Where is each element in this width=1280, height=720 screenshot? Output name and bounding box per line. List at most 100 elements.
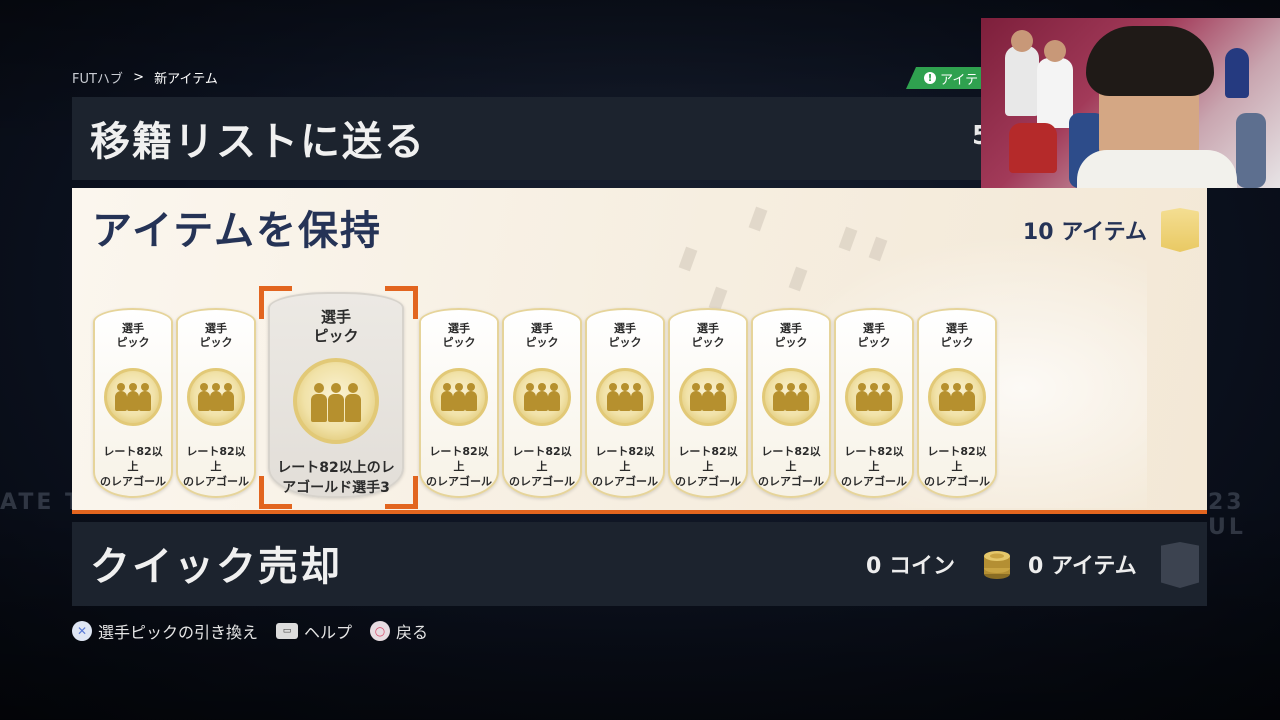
- person-group-icon: [187, 368, 245, 426]
- person-group-icon: [762, 368, 820, 426]
- swap-label: 選手ピックの引き換え: [98, 623, 259, 642]
- card-description: レート82以上 のレアゴール: [675, 445, 741, 488]
- quick-sell-title: クイック売却: [90, 544, 342, 590]
- card-label: 選手 ピック: [774, 322, 808, 349]
- person-figure: [880, 383, 893, 411]
- person-figure: [139, 383, 152, 411]
- poster-player-head: [1011, 30, 1033, 52]
- towel: [1077, 150, 1237, 188]
- selection-corner: [259, 476, 292, 509]
- card-label: 選手 ピック: [442, 322, 476, 349]
- card-description: レート82以上 のレアゴール: [924, 445, 990, 488]
- person-figure: [114, 383, 127, 411]
- person-figure: [222, 383, 235, 411]
- quick-sell-items: 0 アイテム: [1028, 554, 1137, 579]
- breadcrumb-current: 新アイテム: [154, 72, 218, 87]
- transfer-list-title: 移籍リストに送る: [90, 119, 426, 165]
- person-figure: [197, 383, 210, 411]
- cross-button-icon: ✕: [72, 621, 92, 641]
- background-ghost-text-right: 23 UL: [1208, 490, 1246, 540]
- card-description: レート82以上 のレアゴール: [509, 445, 575, 488]
- player-pick-card[interactable]: 選手 ピックレート82以上 のレアゴール: [176, 308, 256, 498]
- breadcrumb-separator: >: [133, 70, 144, 85]
- person-group-icon: [293, 358, 379, 444]
- card-description: レート82以上 のレアゴール: [426, 445, 492, 488]
- poster-player: [1005, 46, 1039, 116]
- person-figure: [689, 383, 702, 411]
- person-figure: [210, 383, 222, 411]
- person-figure: [797, 383, 810, 411]
- person-group-icon: [679, 368, 737, 426]
- player-pick-card[interactable]: 選手 ピックレート82以上 のレアゴール: [917, 308, 997, 498]
- background-ghost-text-left: ATE T: [0, 490, 84, 515]
- player-pick-card-selected[interactable]: 選手 ピック レート82以上のレ アゴールド選手3: [268, 292, 404, 498]
- poster-player-head: [1044, 40, 1066, 62]
- person-figure: [536, 383, 548, 411]
- person-figure: [951, 383, 963, 411]
- person-figure: [310, 383, 327, 422]
- breadcrumb-root[interactable]: FUTハブ: [72, 68, 123, 87]
- help-hint[interactable]: ▭ ヘルプ: [276, 619, 352, 643]
- webcam-overlay: [981, 18, 1280, 188]
- poster-player: [1225, 48, 1249, 98]
- card-description: レート82以上 のレアゴール: [841, 445, 907, 488]
- card-description: レート82以上 のレアゴール: [100, 445, 166, 488]
- person-figure: [785, 383, 797, 411]
- person-group-icon: [596, 368, 654, 426]
- breadcrumb: FUTハブ > 新アイテム: [72, 68, 218, 87]
- streamer-hair: [1086, 26, 1214, 96]
- person-figure: [548, 383, 561, 411]
- person-group-icon: [845, 368, 903, 426]
- swap-hint[interactable]: ✕ 選手ピックの引き換え: [72, 619, 258, 643]
- poster-player: [1037, 58, 1073, 128]
- player-pick-card[interactable]: 選手 ピック レート82以上 のレアゴール: [834, 308, 914, 498]
- person-figure: [938, 383, 951, 411]
- person-figure: [127, 383, 139, 411]
- person-figure: [465, 383, 478, 411]
- card-label: 選手 ピック: [691, 322, 725, 349]
- player-pick-card[interactable]: 選手 ピックレート82以上 のレアゴール: [419, 308, 499, 498]
- card-description: レート82以上 のレアゴール: [592, 445, 658, 488]
- card-description: レート82以上 のレアゴール: [183, 445, 249, 488]
- card-label: 選手 ピック: [940, 322, 974, 349]
- selection-corner: [385, 476, 418, 509]
- circle-button-icon: ○: [370, 621, 391, 641]
- touchpad-icon: ▭: [276, 623, 299, 639]
- player-pick-card[interactable]: 選手 ピックレート82以上 のレアゴール: [751, 308, 831, 498]
- help-label: ヘルプ: [304, 623, 353, 642]
- person-group-icon: [104, 368, 162, 426]
- back-hint[interactable]: ○ 戻る: [370, 619, 428, 643]
- quick-sell-coins: 0 コイン: [866, 554, 955, 579]
- person-figure: [868, 383, 880, 411]
- person-figure: [453, 383, 465, 411]
- person-figure: [619, 383, 631, 411]
- person-group-icon: [430, 368, 488, 426]
- gray-badge-icon: [1161, 542, 1199, 588]
- player-pick-card[interactable]: 選手 ピックレート82以上 のレアゴール: [502, 308, 582, 498]
- back-label: 戻る: [396, 623, 429, 642]
- card-description: レート82以上 のレアゴール: [758, 445, 824, 488]
- person-figure: [345, 383, 362, 422]
- person-group-icon: [928, 368, 986, 426]
- person-figure: [855, 383, 868, 411]
- person-figure: [631, 383, 644, 411]
- player-pick-card[interactable]: 選手 ピックレート82以上 のレアゴール: [668, 308, 748, 498]
- player-pick-card[interactable]: 選手 ピックレート82以上 のレアゴール: [585, 308, 665, 498]
- person-figure: [440, 383, 453, 411]
- card-row: 選手 ピック レート82以上 のレアゴール 選手 ピック レート82以上 のレアゴール…: [72, 188, 1207, 510]
- person-figure: [963, 383, 976, 411]
- notice-text: アイテ: [940, 72, 979, 88]
- card-label: 選手 ピック: [116, 322, 150, 349]
- poster-player: [1009, 123, 1057, 173]
- person-figure: [606, 383, 619, 411]
- player-pick-card[interactable]: 選手 ピックレート82以上 のレアゴール: [93, 308, 173, 498]
- card-label: 選手 ピック: [608, 322, 642, 349]
- person-group-icon: [513, 368, 571, 426]
- quick-sell-panel[interactable]: クイック売却 0 コイン 0 アイテム: [72, 522, 1207, 606]
- person-figure: [702, 383, 714, 411]
- person-figure: [328, 383, 344, 422]
- card-label: 選手 ピック: [199, 322, 233, 349]
- keep-items-panel[interactable]: アイテムを保持 10 アイテム 選手 ピック レート82以上 のレアゴール 選手 ピ…: [72, 188, 1207, 514]
- person-figure: [772, 383, 785, 411]
- card-label: 選手 ピック: [525, 322, 559, 349]
